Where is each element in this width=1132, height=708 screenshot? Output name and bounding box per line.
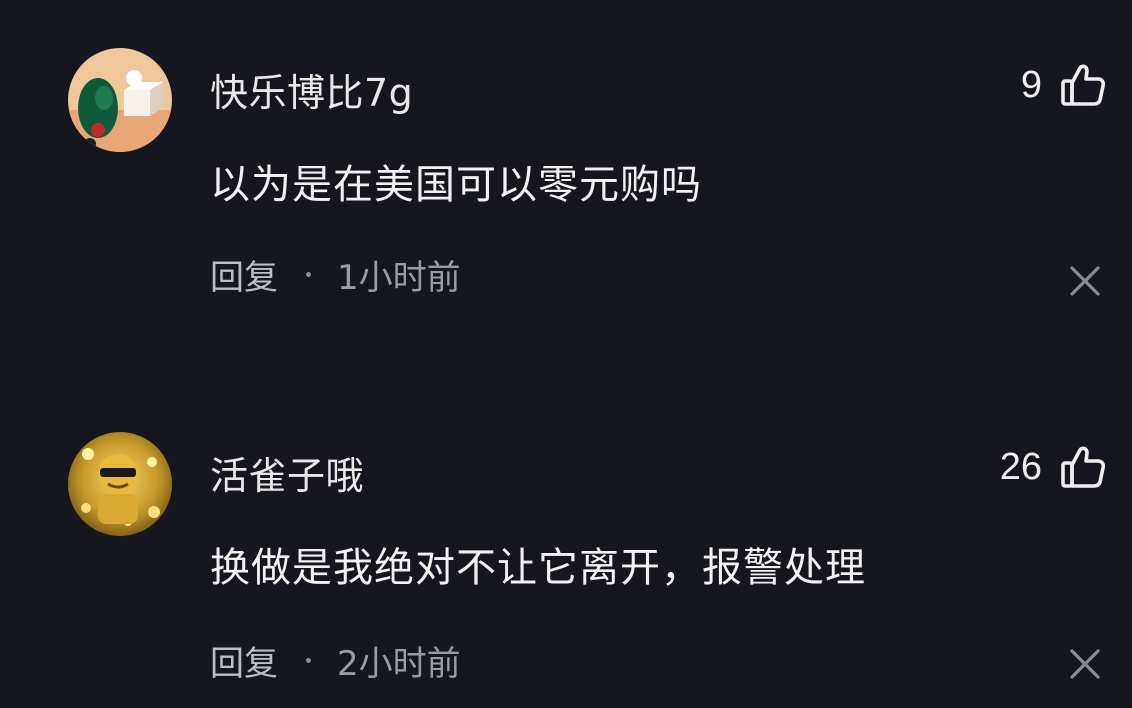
separator-dot [306,271,311,277]
thumbs-up-icon[interactable] [1060,444,1106,490]
timestamp: 2小时前 [337,643,461,684]
separator-dot [306,657,311,663]
close-icon[interactable] [1068,647,1102,681]
comment-meta: 回复 2小时前 [210,636,461,685]
comment-item: 快乐博比7g 以为是在美国可以零元购吗 回复 1小时前 9 [0,0,1132,340]
like-button[interactable]: 9 [1021,55,1106,115]
thumbs-up-icon[interactable] [1060,62,1106,108]
comment-text: 以为是在美国可以零元购吗 [210,162,702,208]
like-count: 26 [999,445,1042,488]
like-button[interactable]: 26 [1000,437,1106,497]
reply-button[interactable]: 回复 [210,636,278,685]
reply-button[interactable]: 回复 [210,250,278,299]
like-count: 9 [1020,63,1042,106]
avatar[interactable] [68,432,172,536]
timestamp: 1小时前 [337,257,461,298]
username[interactable]: 活雀子哦 [210,445,364,500]
comment-item: 活雀子哦 换做是我绝对不让它离开，报警处理 回复 2小时前 26 [0,385,1132,708]
username[interactable]: 快乐博比7g [210,62,413,117]
close-icon[interactable] [1068,264,1102,298]
comment-text: 换做是我绝对不让它离开，报警处理 [210,545,866,591]
comment-meta: 回复 1小时前 [210,250,461,299]
avatar[interactable] [68,48,172,152]
